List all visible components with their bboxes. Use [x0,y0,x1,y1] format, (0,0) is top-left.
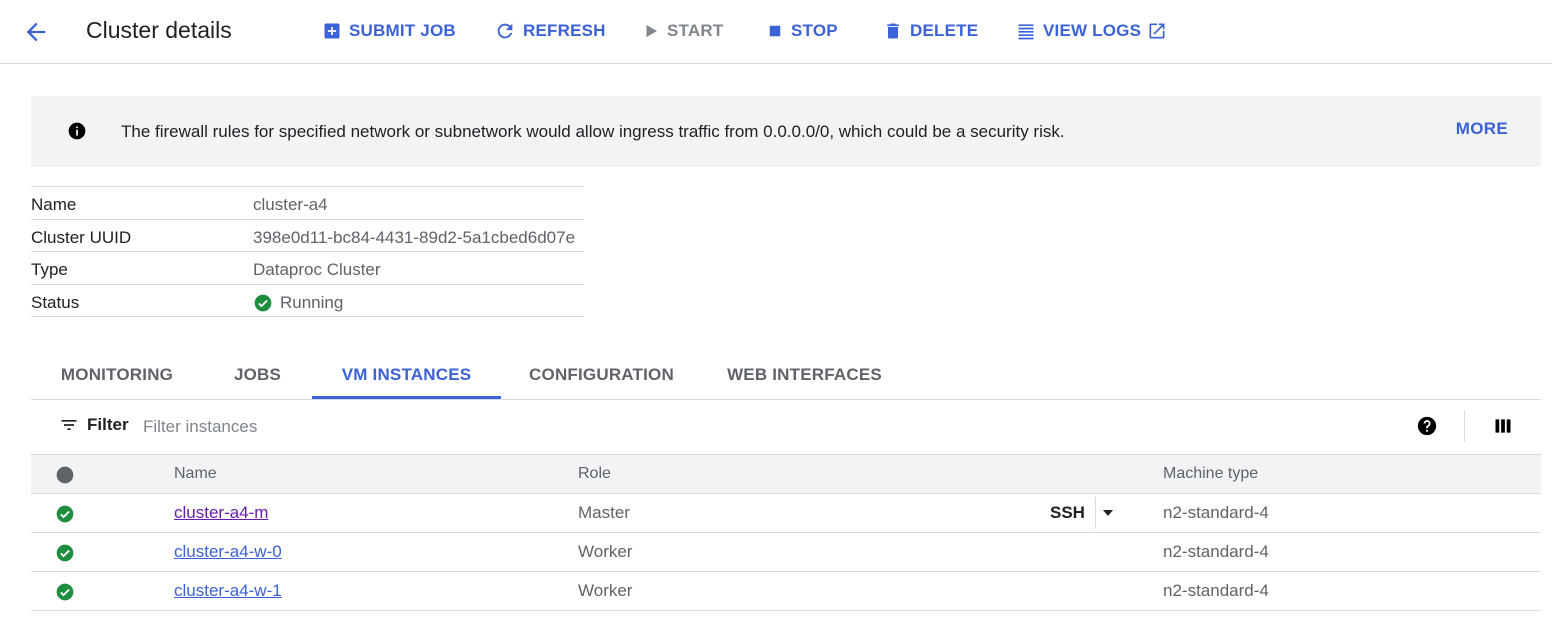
banner-more-button[interactable]: MORE [1456,119,1508,139]
info-icon [68,122,86,140]
tab-configuration[interactable]: CONFIGURATION [501,352,702,399]
detail-row-name: Name cluster-a4 [31,187,584,220]
status-value: Running [253,293,343,313]
instance-link[interactable]: cluster-a4-w-0 [174,542,282,562]
detail-key: Status [31,292,80,312]
page-title: Cluster details [86,17,232,43]
view-logs-button[interactable]: VIEW LOGS [1016,17,1167,45]
filter-button[interactable]: Filter [59,415,129,435]
instance-machine-type: n2-standard-4 [1163,581,1269,600]
vm-instances-table: Name Role Machine type cluster-a4-m Mast… [31,454,1541,611]
detail-key: Name [31,195,77,214]
cluster-details-table: Name cluster-a4 Cluster UUID 398e0d11-bc… [31,186,584,317]
filter-list-icon [61,420,77,430]
submit-job-label: SUBMIT JOB [349,21,456,40]
refresh-icon [497,23,513,39]
instance-machine-type: n2-standard-4 [1163,542,1269,561]
instance-link[interactable]: cluster-a4-m [174,503,268,523]
table-row: cluster-a4-w-1 Worker n2-standard-4 [31,572,1541,611]
tab-web-interfaces[interactable]: WEB INTERFACES [702,352,907,399]
stop-label: STOP [791,21,838,40]
toolbar-divider [1464,410,1465,442]
table-row: cluster-a4-m Master SSH n2-standard-4 [31,494,1541,533]
detail-value: Dataproc Cluster [253,260,381,279]
table-row: cluster-a4-w-0 Worker n2-standard-4 [31,533,1541,572]
column-header-machine-type[interactable]: Machine type [1163,465,1258,483]
start-label: START [667,21,724,40]
detail-row-uuid: Cluster UUID 398e0d11-bc84-4431-89d2-5a1… [31,220,584,252]
detail-value: cluster-a4 [253,195,328,214]
status-text: Running [280,292,344,312]
ssh-divider [1095,497,1096,529]
tab-jobs[interactable]: JOBS [203,352,312,399]
play-icon [646,25,657,37]
ssh-dropdown-arrow-icon[interactable] [1101,508,1115,518]
add-box-icon [324,23,340,39]
header-toolbar: Cluster details SUBMIT JOB REFRESH START… [0,0,1552,64]
instance-role: Master [578,503,630,522]
status-header-icon [56,466,74,484]
security-warning-banner: The firewall rules for specified network… [31,96,1541,167]
detail-value: 398e0d11-bc84-4431-89d2-5a1cbed6d07e [253,227,576,247]
instance-machine-type: n2-standard-4 [1163,503,1269,522]
trash-icon [887,23,899,39]
detail-row-status: Status Running [31,285,584,317]
detail-row-type: Type Dataproc Cluster [31,252,584,285]
detail-key: Type [31,260,68,279]
list-icon [1018,24,1034,40]
instance-role: Worker [578,581,633,600]
refresh-button[interactable]: REFRESH [494,17,606,45]
open-in-new-icon [1149,23,1165,39]
filter-label: Filter [87,415,129,434]
check-circle-icon [56,505,74,523]
check-circle-icon [56,583,74,601]
check-circle-icon [254,294,272,311]
check-circle-icon [56,544,74,562]
stop-button[interactable]: STOP [766,17,838,45]
help-icon[interactable] [1416,415,1438,437]
banner-message: The firewall rules for specified network… [121,122,1065,141]
column-header-name[interactable]: Name [174,465,217,483]
tab-monitoring[interactable]: MONITORING [31,352,203,399]
submit-job-button[interactable]: SUBMIT JOB [322,17,456,45]
refresh-label: REFRESH [523,21,606,40]
back-arrow-icon[interactable] [22,18,50,46]
instance-link[interactable]: cluster-a4-w-1 [174,581,282,601]
detail-key: Cluster UUID [31,227,132,247]
stop-icon [769,25,781,37]
tab-bar: MONITORING JOBS VM INSTANCES CONFIGURATI… [31,352,1541,400]
table-header: Name Role Machine type [31,454,1541,494]
column-header-role[interactable]: Role [578,465,611,483]
delete-button[interactable]: DELETE [883,17,978,45]
delete-label: DELETE [910,21,979,40]
filter-bar: Filter [31,400,1541,454]
ssh-button[interactable]: SSH [1050,503,1085,523]
filter-instances-input[interactable] [143,412,743,442]
view-logs-label: VIEW LOGS [1043,21,1142,40]
start-button[interactable]: START [642,17,723,45]
column-display-icon[interactable] [1493,416,1513,436]
tab-vm-instances[interactable]: VM INSTANCES [312,352,501,399]
instance-role: Worker [578,542,633,561]
